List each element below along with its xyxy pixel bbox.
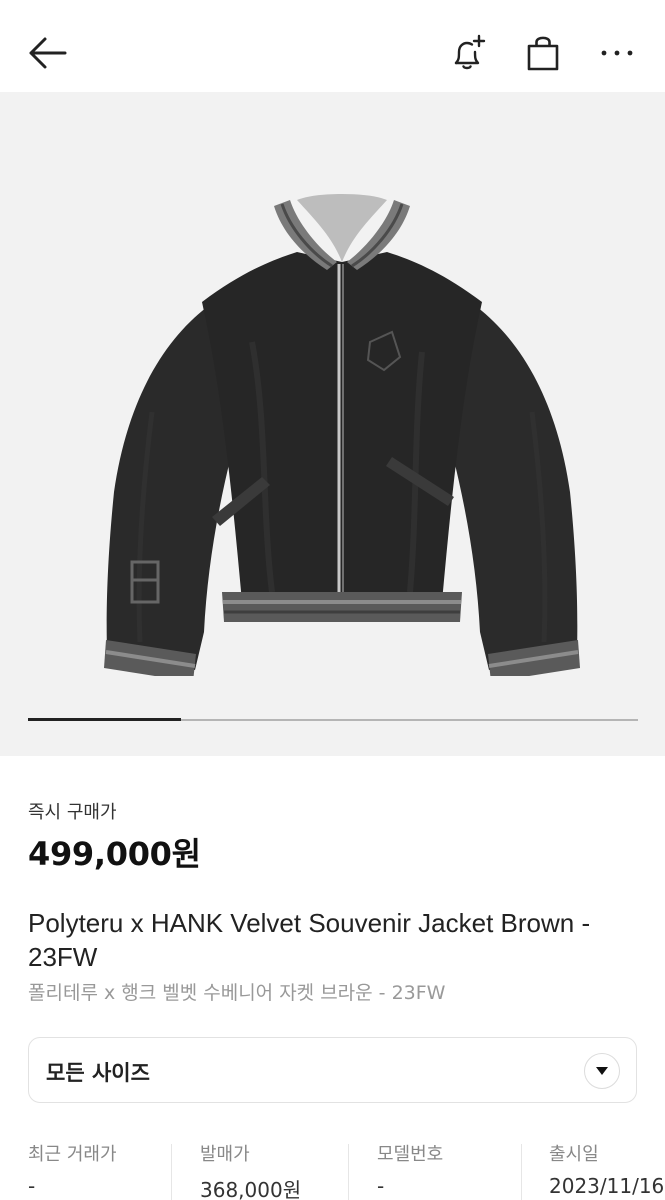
back-arrow-icon	[29, 37, 67, 69]
top-bar	[0, 0, 665, 92]
info-label: 출시일	[549, 1144, 599, 1165]
info-release-date: 출시일 2023/11/16	[549, 1140, 664, 1200]
chevron-down-icon	[596, 1067, 608, 1075]
info-value: 368,000원	[200, 1178, 302, 1200]
gallery-progress-track	[28, 718, 638, 721]
info-value: 2023/11/16	[549, 1174, 665, 1198]
divider	[348, 1144, 349, 1200]
gallery-progress-fill	[28, 718, 181, 721]
info-release-price: 발매가 368,000원	[200, 1140, 301, 1200]
product-subtitle: 폴리테루 x 행크 벨벳 수베니어 자켓 브라운 - 23FW	[28, 982, 446, 1004]
size-dropdown-button[interactable]	[584, 1053, 620, 1089]
product-image	[104, 194, 580, 676]
divider	[171, 1144, 172, 1200]
divider	[521, 1144, 522, 1200]
price-label: 즉시 구매가	[28, 802, 117, 823]
size-select-label: 모든 사이즈	[46, 1061, 150, 1085]
shopping-bag-icon	[527, 36, 559, 71]
more-icon	[601, 50, 633, 56]
back-button[interactable]	[22, 30, 72, 76]
info-model-number: 모델번호 -	[377, 1140, 443, 1200]
notification-button[interactable]	[444, 30, 490, 76]
info-value: -	[28, 1174, 36, 1198]
product-gallery[interactable]	[0, 92, 665, 756]
info-label: 모델번호	[377, 1144, 444, 1165]
product-title: Polyteru x HANK Velvet Souvenir Jacket B…	[28, 908, 591, 972]
size-select[interactable]: 모든 사이즈	[28, 1037, 637, 1103]
bell-plus-icon	[454, 34, 486, 70]
info-label: 최근 거래가	[28, 1144, 117, 1165]
price-value: 499,000원	[28, 835, 201, 873]
cart-button[interactable]	[520, 30, 566, 76]
more-button[interactable]	[594, 30, 640, 76]
info-recent-price: 최근 거래가 -	[28, 1140, 117, 1200]
info-value: -	[377, 1174, 385, 1198]
product-info-row: 최근 거래가 - 발매가 368,000원 모델번호 - 출시일 2023/11…	[0, 1140, 665, 1200]
info-label: 발매가	[200, 1144, 250, 1165]
